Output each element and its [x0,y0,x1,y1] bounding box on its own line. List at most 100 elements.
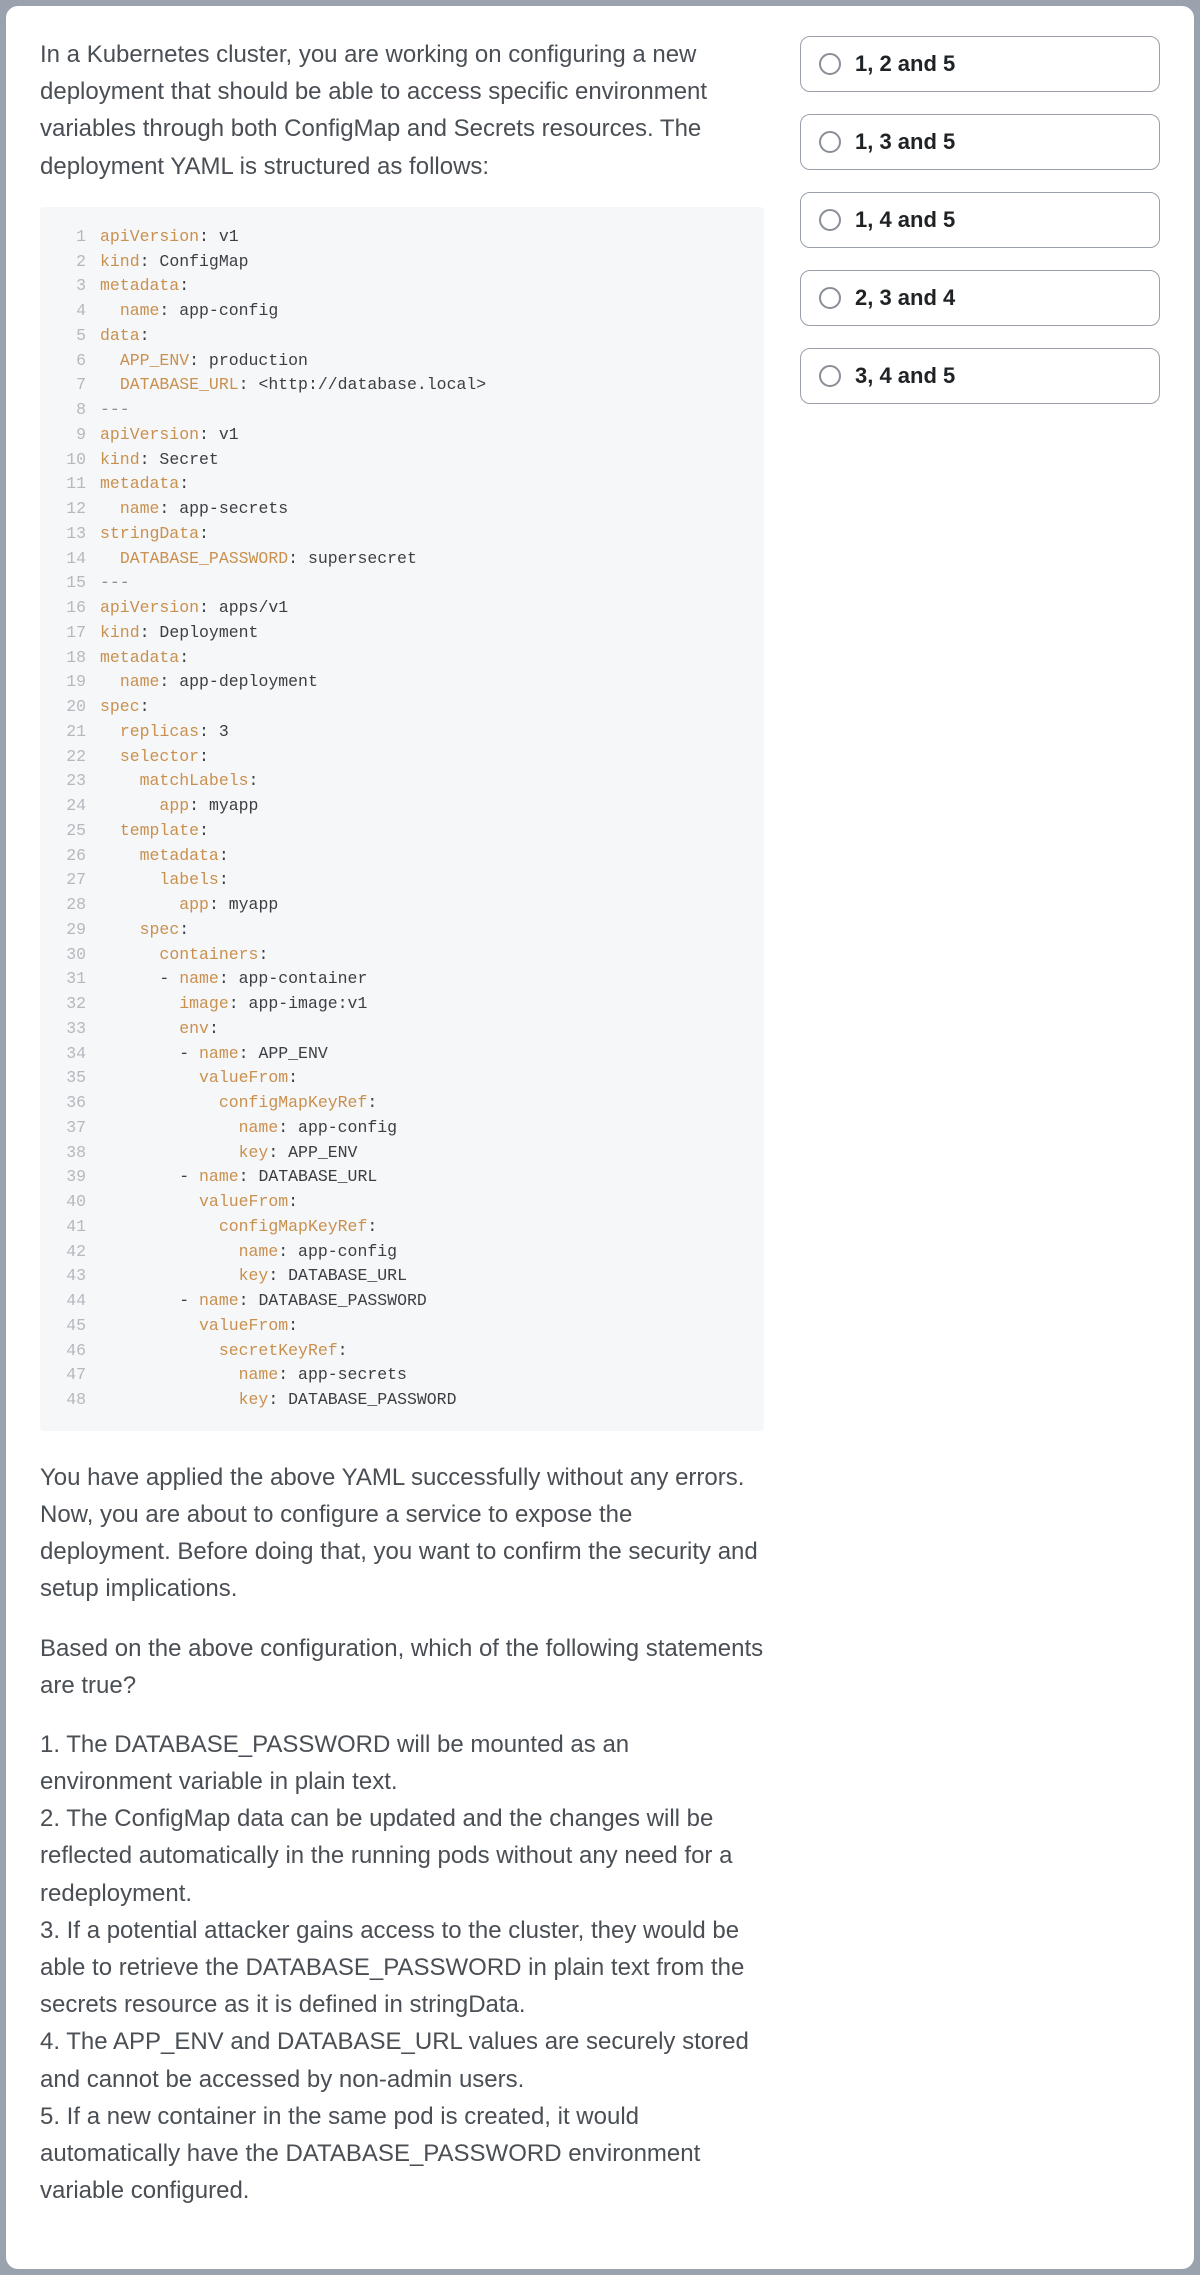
code-line: 6 APP_ENV: production [50,349,746,374]
answer-options: 1, 2 and 5 1, 3 and 5 1, 4 and 5 2, 3 and 4… [800,36,1160,2209]
code-text: configMapKeyRef: [100,1091,377,1116]
line-number: 39 [50,1165,100,1190]
code-line: 32 image: app-image:v1 [50,992,746,1017]
radio-icon [819,53,841,75]
code-line: 25 template: [50,819,746,844]
code-text: valueFrom: [100,1190,298,1215]
line-number: 9 [50,423,100,448]
code-line: 34 - name: APP_ENV [50,1042,746,1067]
code-line: 24 app: myapp [50,794,746,819]
code-line: 11metadata: [50,472,746,497]
code-line: 26 metadata: [50,844,746,869]
line-number: 32 [50,992,100,1017]
code-text: metadata: [100,274,189,299]
radio-icon [819,365,841,387]
line-number: 27 [50,868,100,893]
code-text: template: [100,819,209,844]
code-text: metadata: [100,844,229,869]
line-number: 34 [50,1042,100,1067]
question-followup-2: Based on the above configuration, which … [40,1630,764,1704]
code-text: key: APP_ENV [100,1141,357,1166]
line-number: 44 [50,1289,100,1314]
code-text: kind: Deployment [100,621,258,646]
line-number: 29 [50,918,100,943]
answer-option-label: 1, 4 and 5 [855,207,955,233]
line-number: 14 [50,547,100,572]
code-line: 4 name: app-config [50,299,746,324]
line-number: 20 [50,695,100,720]
code-text: spec: [100,918,189,943]
answer-option-label: 1, 2 and 5 [855,51,955,77]
code-line: 2kind: ConfigMap [50,250,746,275]
code-line: 37 name: app-config [50,1116,746,1141]
code-line: 42 name: app-config [50,1240,746,1265]
line-number: 11 [50,472,100,497]
code-text: spec: [100,695,150,720]
line-number: 26 [50,844,100,869]
radio-icon [819,209,841,231]
question-followup-1: You have applied the above YAML successf… [40,1459,764,1608]
code-text: apiVersion: apps/v1 [100,596,288,621]
line-number: 7 [50,373,100,398]
line-number: 40 [50,1190,100,1215]
line-number: 33 [50,1017,100,1042]
code-text: kind: ConfigMap [100,250,249,275]
code-line: 46 secretKeyRef: [50,1339,746,1364]
code-line: 45 valueFrom: [50,1314,746,1339]
code-line: 12 name: app-secrets [50,497,746,522]
code-line: 1apiVersion: v1 [50,225,746,250]
statement-item: 2. The ConfigMap data can be updated and… [40,1800,764,1912]
code-text: name: app-config [100,299,278,324]
code-text: secretKeyRef: [100,1339,348,1364]
answer-option[interactable]: 1, 3 and 5 [800,114,1160,170]
line-number: 38 [50,1141,100,1166]
code-line: 47 name: app-secrets [50,1363,746,1388]
line-number: 37 [50,1116,100,1141]
code-line: 5data: [50,324,746,349]
code-text: configMapKeyRef: [100,1215,377,1240]
question-content: In a Kubernetes cluster, you are working… [40,36,764,2209]
code-text: DATABASE_URL: <http://database.local> [100,373,486,398]
code-text: env: [100,1017,219,1042]
answer-option[interactable]: 1, 2 and 5 [800,36,1160,92]
statement-item: 1. The DATABASE_PASSWORD will be mounted… [40,1726,764,1800]
statement-item: 3. If a potential attacker gains access … [40,1912,764,2024]
line-number: 35 [50,1066,100,1091]
code-text: name: app-secrets [100,1363,407,1388]
line-number: 19 [50,670,100,695]
question-card: In a Kubernetes cluster, you are working… [0,0,1200,2275]
code-text: valueFrom: [100,1066,298,1091]
line-number: 2 [50,250,100,275]
code-text: apiVersion: v1 [100,225,239,250]
line-number: 46 [50,1339,100,1364]
line-number: 12 [50,497,100,522]
code-text: metadata: [100,472,189,497]
code-text: metadata: [100,646,189,671]
line-number: 41 [50,1215,100,1240]
code-line: 40 valueFrom: [50,1190,746,1215]
answer-option[interactable]: 1, 4 and 5 [800,192,1160,248]
code-text: apiVersion: v1 [100,423,239,448]
code-line: 19 name: app-deployment [50,670,746,695]
code-text: - name: APP_ENV [100,1042,328,1067]
code-line: 10kind: Secret [50,448,746,473]
code-text: data: [100,324,150,349]
code-text: DATABASE_PASSWORD: supersecret [100,547,417,572]
code-line: 13stringData: [50,522,746,547]
line-number: 25 [50,819,100,844]
line-number: 6 [50,349,100,374]
line-number: 3 [50,274,100,299]
line-number: 45 [50,1314,100,1339]
answer-option[interactable]: 3, 4 and 5 [800,348,1160,404]
code-text: kind: Secret [100,448,219,473]
statements-list: 1. The DATABASE_PASSWORD will be mounted… [40,1726,764,2209]
line-number: 30 [50,943,100,968]
yaml-code-block: 1apiVersion: v12kind: ConfigMap3metadata… [40,207,764,1431]
code-line: 35 valueFrom: [50,1066,746,1091]
code-text: image: app-image:v1 [100,992,367,1017]
answer-option[interactable]: 2, 3 and 4 [800,270,1160,326]
code-line: 21 replicas: 3 [50,720,746,745]
line-number: 36 [50,1091,100,1116]
code-line: 33 env: [50,1017,746,1042]
line-number: 5 [50,324,100,349]
